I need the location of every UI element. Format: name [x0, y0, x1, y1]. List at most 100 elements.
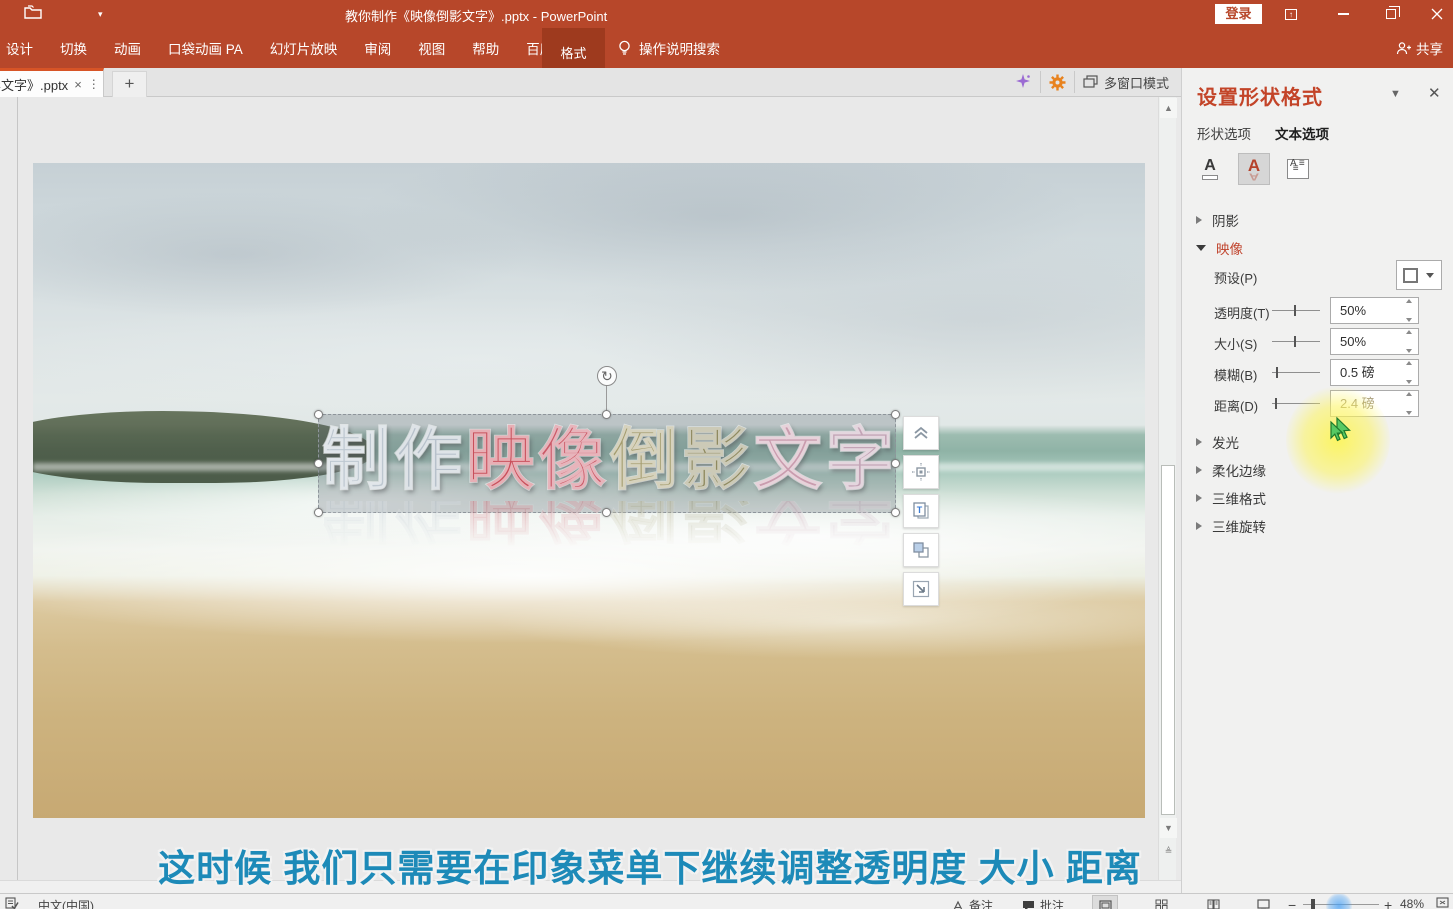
distance-input[interactable]: 2.4 磅 — [1330, 390, 1419, 417]
zoom-percent[interactable]: 48% — [1400, 897, 1424, 909]
share-button[interactable]: 共享 — [1396, 28, 1443, 68]
document-tab-label: 影文字》.pptx — [0, 77, 69, 93]
section-glow[interactable]: 发光 — [1196, 432, 1239, 452]
transparency-slider[interactable] — [1272, 305, 1320, 316]
collapse-up-button[interactable] — [903, 416, 939, 450]
document-tab[interactable]: 影文字》.pptx × ⋮ — [0, 68, 104, 97]
slider-thumb[interactable] — [1294, 305, 1296, 316]
qat-customize-icon[interactable]: ▾ — [98, 9, 108, 19]
preset-dropdown[interactable] — [1396, 260, 1442, 290]
vertical-scrollbar[interactable]: ▲ ▼ ≜ — [1158, 97, 1177, 880]
ribbon-tab[interactable]: 帮助 — [472, 38, 499, 58]
blur-slider[interactable] — [1272, 367, 1320, 378]
magic-wand-icon[interactable] — [1014, 73, 1032, 91]
ribbon-tab[interactable]: 动画 — [114, 38, 141, 58]
resize-handle-w[interactable] — [314, 459, 323, 468]
blur-input[interactable]: 0.5 磅 — [1330, 359, 1419, 386]
zoom-out-button[interactable]: − — [1288, 897, 1296, 909]
language-status[interactable]: 中文(中国) — [38, 897, 94, 909]
ribbon-display-options-button[interactable]: ↑ — [1276, 0, 1306, 28]
spinner[interactable] — [1403, 330, 1415, 353]
sign-in-button[interactable]: 登录 — [1215, 4, 1262, 24]
position-button[interactable] — [903, 455, 939, 489]
slider-thumb[interactable] — [1276, 367, 1278, 378]
minimize-button[interactable] — [1328, 0, 1358, 28]
spin-down-icon — [1406, 411, 1412, 415]
reading-view-button[interactable] — [1200, 895, 1226, 909]
resize-handle-ne[interactable] — [891, 410, 900, 419]
section-soft-edges[interactable]: 柔化边缘 — [1196, 460, 1266, 480]
spin-up-icon — [1406, 299, 1412, 303]
zoom-in-button[interactable]: + — [1384, 897, 1392, 909]
distance-slider[interactable] — [1272, 398, 1320, 409]
tab-menu-icon[interactable]: ⋮ — [88, 77, 100, 91]
tell-me-search[interactable]: 操作说明搜索 — [618, 28, 720, 68]
text-fill-outline-button[interactable]: A — [1194, 153, 1226, 185]
ribbon-tab[interactable]: 切换 — [60, 38, 87, 58]
pane-close-icon[interactable]: ✕ — [1428, 84, 1441, 102]
section-shadow[interactable]: 阴影 — [1196, 210, 1239, 230]
size-input[interactable]: 50% — [1330, 328, 1419, 355]
restore-button[interactable] — [1376, 0, 1406, 28]
close-button[interactable] — [1422, 0, 1452, 28]
rotate-handle[interactable]: ↻ — [597, 366, 617, 386]
section-3d-format[interactable]: 三维格式 — [1196, 488, 1266, 508]
wordart-text[interactable]: 制作映像倒影文字 — [321, 417, 894, 503]
window-title: 教你制作《映像倒影文字》.pptx - PowerPoint — [345, 9, 608, 24]
tab-close-icon[interactable]: × — [74, 77, 82, 92]
ribbon-tab[interactable]: 幻灯片放映 — [270, 38, 338, 58]
spinner[interactable] — [1403, 299, 1415, 322]
wordart-char: 影 — [681, 501, 751, 549]
slider-thumb[interactable] — [1275, 398, 1277, 409]
ribbon-tab[interactable]: 视图 — [418, 38, 445, 58]
normal-view-button[interactable] — [1092, 895, 1118, 909]
notes-button[interactable]: 备注 — [952, 897, 993, 909]
spinner[interactable] — [1403, 361, 1415, 384]
scroll-down-button[interactable]: ▼ — [1160, 818, 1177, 838]
spellcheck-icon — [5, 897, 19, 909]
slideshow-icon — [1256, 899, 1270, 909]
lightbulb-icon — [619, 40, 630, 55]
ribbon-tab[interactable]: 设计 — [6, 38, 33, 58]
gear-icon[interactable] — [1049, 74, 1066, 91]
textbox-tool-button[interactable]: T — [903, 494, 939, 528]
pane-options-icon[interactable]: ▼ — [1390, 88, 1401, 100]
section-3d-rotation[interactable]: 三维旋转 — [1196, 516, 1266, 536]
scroll-up-button[interactable]: ▲ — [1160, 98, 1177, 118]
tab-shape-options[interactable]: 形状选项 — [1197, 123, 1251, 143]
section-reflection[interactable]: 映像 — [1196, 238, 1243, 258]
resize-handle-e[interactable] — [891, 459, 900, 468]
shape-tool-button[interactable] — [903, 533, 939, 567]
folder-icon[interactable] — [24, 5, 42, 19]
resize-handle-se[interactable] — [891, 508, 900, 517]
spin-up-icon — [1406, 392, 1412, 396]
fit-to-window-button[interactable] — [1436, 897, 1449, 908]
ribbon-tab-format[interactable]: 格式 — [542, 43, 605, 62]
textbox-options-button[interactable]: A ≡ ≡ — [1282, 153, 1314, 185]
slide-canvas[interactable]: 制作映像倒影文字 制作映像倒影文字 ↻ T ▲ ▼ ≜ — [0, 97, 1181, 880]
transparency-input[interactable]: 50% — [1330, 297, 1419, 324]
multi-window-mode-button[interactable]: 多窗口模式 — [1083, 73, 1173, 92]
ribbon-tab[interactable]: 审阅 — [364, 38, 391, 58]
previous-slide-button[interactable]: ≜ — [1160, 841, 1177, 861]
resize-handle-sw[interactable] — [314, 508, 323, 517]
slide-sorter-view-button[interactable] — [1148, 895, 1174, 909]
reading-view-icon — [1206, 899, 1220, 909]
resize-handle-n[interactable] — [602, 410, 611, 419]
scrollbar-thumb[interactable] — [1161, 465, 1175, 815]
resize-tool-button[interactable] — [903, 572, 939, 606]
ribbon-tab[interactable]: 口袋动画 PA — [168, 38, 243, 58]
tab-text-options[interactable]: 文本选项 — [1275, 123, 1329, 143]
slider-thumb[interactable] — [1294, 336, 1296, 347]
zoom-slider-thumb[interactable] — [1311, 899, 1315, 909]
spellcheck-status[interactable] — [5, 897, 19, 909]
new-tab-button[interactable]: + — [112, 71, 147, 97]
wordart-char: 制 — [322, 501, 391, 549]
resize-handle-nw[interactable] — [314, 410, 323, 419]
comments-button[interactable]: 批注 — [1022, 897, 1064, 909]
resize-handle-s[interactable] — [602, 508, 611, 517]
text-effects-button[interactable]: A A — [1238, 153, 1270, 185]
slideshow-view-button[interactable] — [1250, 895, 1276, 909]
size-slider[interactable] — [1272, 336, 1320, 347]
spinner[interactable] — [1403, 392, 1415, 415]
